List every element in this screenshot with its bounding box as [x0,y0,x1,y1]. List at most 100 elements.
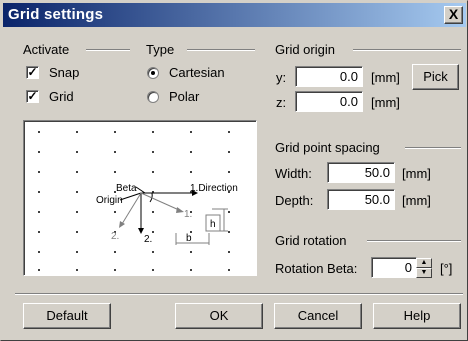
grid-dot [114,131,116,133]
beta-text: Beta [116,183,137,194]
grid-dot [76,231,78,233]
width-label: Width: [275,166,312,181]
direction1-text: 1.Direction [190,183,238,194]
rotated-axis-1-arrowhead [176,207,184,213]
grid-preview-diagram: Beta Origin 1.Direction 2. 1. 2. h b [38,131,238,271]
button-bar-divider [15,293,463,295]
rotated-axis-2 [121,192,142,225]
grid-dot [76,191,78,193]
origin-text: Origin [96,195,123,206]
rotation-beta-spinner[interactable]: ▲ ▼ [416,258,432,278]
rotation-beta-unit: [°] [440,261,453,276]
snap-label: Snap [49,65,80,80]
pick-button[interactable]: Pick [412,64,459,90]
grid-dot [114,251,116,253]
grid-dot [152,171,154,173]
grid-dot [76,131,78,133]
width-input[interactable]: 50.0 [327,162,395,183]
spinner-up-icon[interactable]: ▲ [416,258,432,268]
grid-preview: Beta Origin 1.Direction 2. 1. 2. h b [23,120,257,276]
grid-dot [38,251,40,253]
grid-dot [38,151,40,153]
rotated-2-text: 2. [111,231,119,242]
grid-dot [228,211,230,213]
origin-y-unit: [mm] [371,70,400,85]
rotation-beta-input[interactable]: 0 [371,257,417,278]
grid-dot [152,151,154,153]
grid-dot [76,171,78,173]
grid-label: Grid [49,89,74,104]
help-button[interactable]: Help [373,303,461,329]
grid-rotation-group-label: Grid rotation [275,233,347,248]
rotated-1-text: 1. [184,209,192,220]
grid-dot [38,171,40,173]
grid-origin-group-divider [353,49,461,51]
rotation-beta-label: Rotation Beta: [275,261,358,276]
grid-dot [228,231,230,233]
grid-dot [152,269,154,271]
grid-dot [76,269,78,271]
type-group-divider [187,49,255,51]
grid-dot [152,251,154,253]
grid-dot [38,191,40,193]
origin-z-label: z: [276,95,287,110]
grid-dot [190,269,192,271]
width-unit: [mm] [402,166,431,181]
origin-y-input[interactable]: 0.0 [295,66,363,87]
origin-z-unit: [mm] [371,95,400,110]
grid-dot [190,151,192,153]
grid-rotation-group-divider [367,240,461,242]
b-text: b [186,233,192,244]
cartesian-radio[interactable] [147,67,159,79]
beta-leader [135,186,146,194]
grid-dot [76,251,78,253]
depth-unit: [mm] [402,193,431,208]
grid-dot [190,251,192,253]
grid-dot [76,211,78,213]
grid-dot [228,171,230,173]
grid-dot [114,151,116,153]
grid-dot [38,211,40,213]
grid-dot [152,231,154,233]
rotated-axis-1 [140,192,180,211]
grid-spacing-group-label: Grid point spacing [275,140,380,155]
grid-dot [114,211,116,213]
grid-dot [190,171,192,173]
polar-label: Polar [169,89,200,104]
grid-origin-group-label: Grid origin [275,42,335,57]
origin-z-input[interactable]: 0.0 [295,91,363,112]
polar-radio[interactable] [147,91,159,103]
title-bar[interactable]: Grid settings X [3,3,466,27]
activate-group-label: Activate [23,42,70,57]
grid-checkbox[interactable]: ✓ [26,90,39,103]
grid-dot [38,269,40,271]
close-button[interactable]: X [444,6,463,24]
origin-y-label: y: [276,70,287,85]
grid-dot [152,131,154,133]
grid-dot [38,231,40,233]
depth-label: Depth: [275,193,314,208]
cartesian-label: Cartesian [169,65,225,80]
grid-dot [152,211,154,213]
grid-dot [228,251,230,253]
direction2-text: 2. [144,234,152,245]
ok-button[interactable]: OK [175,303,263,329]
cancel-button[interactable]: Cancel [274,303,362,329]
type-group-label: Type [146,42,175,57]
snap-checkbox[interactable]: ✓ [26,66,39,79]
radio-selected-dot [151,71,155,75]
h-text: h [210,219,216,230]
depth-input[interactable]: 50.0 [327,189,395,210]
grid-dot [190,131,192,133]
grid-settings-dialog: Grid settings X Activate ✓ Snap ✓ Grid T… [0,0,468,341]
grid-dot [228,269,230,271]
grid-spacing-group-divider [405,147,461,149]
grid-dot [228,151,230,153]
default-button[interactable]: Default [23,303,111,329]
spinner-down-icon[interactable]: ▼ [416,268,432,278]
grid-dot [114,269,116,271]
grid-dot [228,131,230,133]
activate-group-divider [86,49,130,51]
window-title: Grid settings [8,6,104,23]
grid-dot [76,151,78,153]
